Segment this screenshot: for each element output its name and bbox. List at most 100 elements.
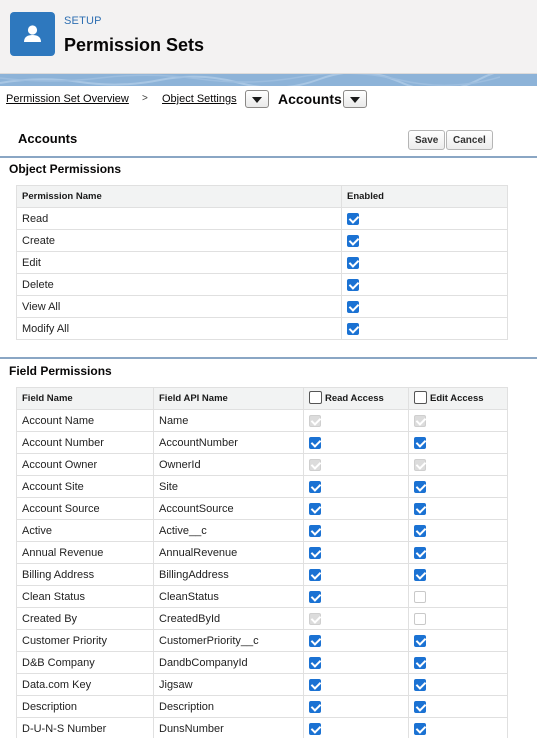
col-field-api-name: Field API Name xyxy=(153,387,304,410)
edit-access-cell xyxy=(408,607,508,630)
table-row: Read xyxy=(16,207,508,230)
section-divider xyxy=(0,357,537,359)
setup-label: SETUP xyxy=(64,15,102,27)
read-access-checkbox[interactable] xyxy=(309,656,321,669)
edit-access-cell xyxy=(408,519,508,542)
read-access-checkbox[interactable] xyxy=(309,634,321,647)
section-divider xyxy=(0,156,537,158)
edit-access-checkbox[interactable] xyxy=(414,678,426,691)
enabled-checkbox[interactable] xyxy=(347,278,359,291)
edit-access-checkbox[interactable] xyxy=(414,700,426,713)
table-row: Billing Address BillingAddress xyxy=(16,563,508,586)
breadcrumb-separator: > xyxy=(142,93,148,104)
enabled-checkbox[interactable] xyxy=(347,322,359,335)
read-access-checkbox[interactable] xyxy=(309,480,321,493)
object-dropdown-button[interactable] xyxy=(343,90,367,108)
table-row: Account Owner OwnerId xyxy=(16,453,508,476)
field-api-name-cell: CreatedById xyxy=(153,607,304,630)
edit-access-cell xyxy=(408,497,508,520)
setup-header: SETUP Permission Sets xyxy=(0,0,537,74)
field-api-name-cell: Active__c xyxy=(153,519,304,542)
field-name-cell: Account Number xyxy=(16,431,154,454)
read-access-checkbox[interactable] xyxy=(309,568,321,581)
breadcrumb-object-settings-link[interactable]: Object Settings xyxy=(162,93,237,105)
read-access-checkbox[interactable] xyxy=(309,678,321,691)
edit-access-checkbox[interactable] xyxy=(414,436,426,449)
permission-name-cell: Edit xyxy=(16,251,342,274)
edit-access-checkbox[interactable] xyxy=(414,634,426,647)
enabled-cell xyxy=(341,207,508,230)
table-row: Account Source AccountSource xyxy=(16,497,508,520)
read-access-checkbox[interactable] xyxy=(309,700,321,713)
field-api-name-cell: BillingAddress xyxy=(153,563,304,586)
edit-access-checkbox[interactable] xyxy=(414,568,426,581)
field-permissions-title: Field Permissions xyxy=(9,364,112,378)
read-access-checkbox[interactable] xyxy=(309,546,321,559)
read-access-checkbox[interactable] xyxy=(309,502,321,515)
read-access-checkbox[interactable] xyxy=(309,722,321,735)
save-button[interactable]: Save xyxy=(408,130,446,150)
table-row: Data.com Key Jigsaw xyxy=(16,673,508,696)
permission-name-cell: View All xyxy=(16,295,342,318)
enabled-checkbox[interactable] xyxy=(347,212,359,225)
table-row: Account Site Site xyxy=(16,475,508,498)
read-access-cell xyxy=(303,475,409,498)
edit-access-checkbox[interactable] xyxy=(414,722,426,735)
select-all-read-checkbox[interactable] xyxy=(309,390,322,404)
read-access-checkbox[interactable] xyxy=(309,436,321,449)
permission-name-cell: Read xyxy=(16,207,342,230)
object-permissions-table: Permission Name Enabled Read Create Edit De… xyxy=(16,185,508,340)
field-api-name-cell: AccountNumber xyxy=(153,431,304,454)
table-row: D&B Company DandbCompanyId xyxy=(16,651,508,674)
read-access-cell xyxy=(303,409,409,432)
field-api-name-cell: DandbCompanyId xyxy=(153,651,304,674)
read-access-cell xyxy=(303,431,409,454)
read-access-cell xyxy=(303,519,409,542)
edit-access-checkbox[interactable] xyxy=(414,502,426,515)
read-access-checkbox[interactable] xyxy=(309,590,321,603)
field-name-cell: Annual Revenue xyxy=(16,541,154,564)
breadcrumb-current: Accounts xyxy=(278,91,342,107)
cancel-button[interactable]: Cancel xyxy=(446,130,493,150)
chevron-down-icon xyxy=(350,97,360,103)
field-name-cell: Created By xyxy=(16,607,154,630)
table-header-row: Permission Name Enabled xyxy=(16,185,508,208)
read-access-cell xyxy=(303,497,409,520)
read-access-checkbox xyxy=(309,458,321,471)
edit-access-cell xyxy=(408,453,508,476)
edit-access-checkbox xyxy=(414,458,426,471)
edit-access-checkbox xyxy=(414,414,426,427)
field-api-name-cell: Name xyxy=(153,409,304,432)
read-access-cell xyxy=(303,695,409,718)
select-all-edit-checkbox[interactable] xyxy=(414,390,427,404)
edit-access-cell xyxy=(408,695,508,718)
edit-access-checkbox[interactable] xyxy=(414,656,426,669)
table-row: D-U-N-S Number DunsNumber xyxy=(16,717,508,738)
field-name-cell: D-U-N-S Number xyxy=(16,717,154,738)
breadcrumb-overview-link[interactable]: Permission Set Overview xyxy=(6,93,129,105)
breadcrumb: Permission Set Overview > Object Setting… xyxy=(0,86,537,112)
field-name-cell: Data.com Key xyxy=(16,673,154,696)
field-name-cell: Description xyxy=(16,695,154,718)
read-access-label: Read Access xyxy=(325,393,384,404)
read-access-cell xyxy=(303,717,409,738)
table-row: Clean Status CleanStatus xyxy=(16,585,508,608)
edit-access-checkbox[interactable] xyxy=(414,524,426,537)
edit-access-checkbox[interactable] xyxy=(414,546,426,559)
object-title: Accounts xyxy=(18,131,78,146)
enabled-checkbox[interactable] xyxy=(347,234,359,247)
table-row: Delete xyxy=(16,273,508,296)
table-row: Create xyxy=(16,229,508,252)
edit-access-checkbox[interactable] xyxy=(414,480,426,493)
enabled-checkbox[interactable] xyxy=(347,300,359,313)
edit-access-cell xyxy=(408,585,508,608)
read-access-cell xyxy=(303,607,409,630)
edit-access-cell xyxy=(408,563,508,586)
field-api-name-cell: OwnerId xyxy=(153,453,304,476)
field-name-cell: Active xyxy=(16,519,154,542)
table-row: Annual Revenue AnnualRevenue xyxy=(16,541,508,564)
field-api-name-cell: AccountSource xyxy=(153,497,304,520)
read-access-checkbox[interactable] xyxy=(309,524,321,537)
object-settings-dropdown-button[interactable] xyxy=(245,90,269,108)
enabled-checkbox[interactable] xyxy=(347,256,359,269)
